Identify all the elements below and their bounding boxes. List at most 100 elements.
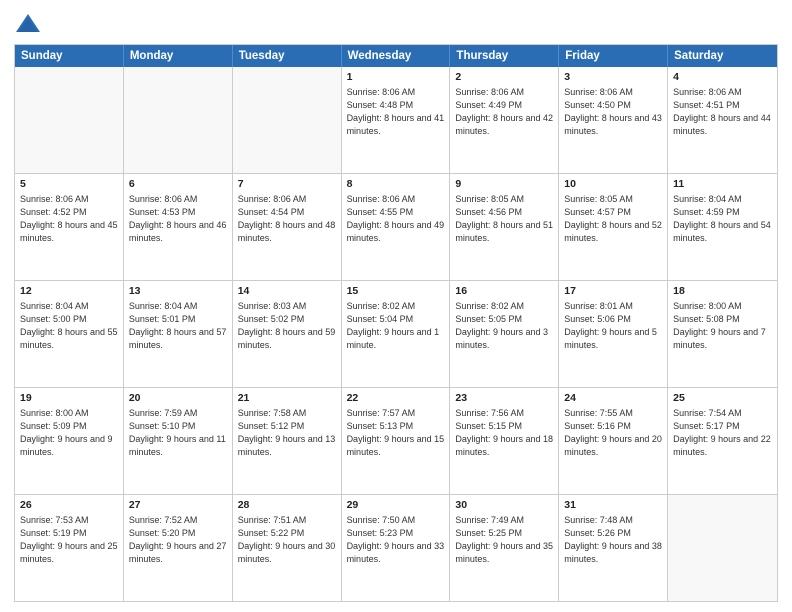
day-info: Sunrise: 7:55 AM Sunset: 5:16 PM Dayligh… bbox=[564, 408, 662, 457]
day-cell-1: 1 Sunrise: 8:06 AM Sunset: 4:48 PM Daylig… bbox=[342, 67, 451, 173]
day-info: Sunrise: 8:06 AM Sunset: 4:53 PM Dayligh… bbox=[129, 194, 227, 243]
day-number: 13 bbox=[129, 284, 227, 299]
day-number: 23 bbox=[455, 391, 553, 406]
day-cell-6: 6 Sunrise: 8:06 AM Sunset: 4:53 PM Daylig… bbox=[124, 174, 233, 280]
header-day-thursday: Thursday bbox=[450, 45, 559, 67]
calendar: SundayMondayTuesdayWednesdayThursdayFrid… bbox=[14, 44, 778, 602]
day-info: Sunrise: 7:48 AM Sunset: 5:26 PM Dayligh… bbox=[564, 515, 662, 564]
day-cell-2: 2Sunrise: 8:06 AM Sunset: 4:49 PM Daylig… bbox=[450, 67, 559, 173]
day-info: Sunrise: 8:00 AM Sunset: 5:09 PM Dayligh… bbox=[20, 408, 113, 457]
empty-cell bbox=[233, 67, 342, 173]
header bbox=[14, 10, 778, 38]
calendar-row: 5 Sunrise: 8:06 AM Sunset: 4:52 PM Daylig… bbox=[15, 174, 777, 281]
header-day-tuesday: Tuesday bbox=[233, 45, 342, 67]
calendar-header: SundayMondayTuesdayWednesdayThursdayFrid… bbox=[15, 45, 777, 67]
day-cell-5: 5 Sunrise: 8:06 AM Sunset: 4:52 PM Daylig… bbox=[15, 174, 124, 280]
day-info: Sunrise: 8:02 AM Sunset: 5:04 PM Dayligh… bbox=[347, 301, 440, 350]
day-cell-11: 11Sunrise: 8:04 AM Sunset: 4:59 PM Dayli… bbox=[668, 174, 777, 280]
day-info: Sunrise: 7:49 AM Sunset: 5:25 PM Dayligh… bbox=[455, 515, 553, 564]
day-cell-14: 14 Sunrise: 8:03 AM Sunset: 5:02 PM Dayli… bbox=[233, 281, 342, 387]
day-info: Sunrise: 7:51 AM Sunset: 5:22 PM Dayligh… bbox=[238, 515, 336, 564]
day-cell-15: 15 Sunrise: 8:02 AM Sunset: 5:04 PM Dayli… bbox=[342, 281, 451, 387]
day-cell-30: 30 Sunrise: 7:49 AM Sunset: 5:25 PM Dayli… bbox=[450, 495, 559, 601]
day-cell-8: 8 Sunrise: 8:06 AM Sunset: 4:55 PM Daylig… bbox=[342, 174, 451, 280]
day-number: 7 bbox=[238, 177, 336, 192]
day-cell-19: 19 Sunrise: 8:00 AM Sunset: 5:09 PM Dayli… bbox=[15, 388, 124, 494]
day-cell-22: 22 Sunrise: 7:57 AM Sunset: 5:13 PM Dayli… bbox=[342, 388, 451, 494]
day-info: Sunrise: 8:01 AM Sunset: 5:06 PM Dayligh… bbox=[564, 301, 657, 350]
day-number: 14 bbox=[238, 284, 336, 299]
calendar-row: 1 Sunrise: 8:06 AM Sunset: 4:48 PM Daylig… bbox=[15, 67, 777, 174]
day-cell-29: 29 Sunrise: 7:50 AM Sunset: 5:23 PM Dayli… bbox=[342, 495, 451, 601]
day-info: Sunrise: 7:54 AM Sunset: 5:17 PM Dayligh… bbox=[673, 408, 771, 457]
day-info: Sunrise: 8:05 AM Sunset: 4:57 PM Dayligh… bbox=[564, 194, 662, 243]
day-number: 22 bbox=[347, 391, 445, 406]
day-info: Sunrise: 7:52 AM Sunset: 5:20 PM Dayligh… bbox=[129, 515, 227, 564]
day-info: Sunrise: 8:06 AM Sunset: 4:52 PM Dayligh… bbox=[20, 194, 118, 243]
header-day-wednesday: Wednesday bbox=[342, 45, 451, 67]
day-cell-25: 25Sunrise: 7:54 AM Sunset: 5:17 PM Dayli… bbox=[668, 388, 777, 494]
day-cell-24: 24 Sunrise: 7:55 AM Sunset: 5:16 PM Dayli… bbox=[559, 388, 668, 494]
day-info: Sunrise: 8:05 AM Sunset: 4:56 PM Dayligh… bbox=[455, 194, 553, 243]
day-number: 18 bbox=[673, 284, 772, 299]
header-day-friday: Friday bbox=[559, 45, 668, 67]
day-number: 30 bbox=[455, 498, 553, 513]
day-number: 11 bbox=[673, 177, 772, 192]
empty-cell bbox=[668, 495, 777, 601]
day-info: Sunrise: 8:03 AM Sunset: 5:02 PM Dayligh… bbox=[238, 301, 336, 350]
day-number: 20 bbox=[129, 391, 227, 406]
day-number: 8 bbox=[347, 177, 445, 192]
day-info: Sunrise: 8:04 AM Sunset: 5:01 PM Dayligh… bbox=[129, 301, 227, 350]
day-info: Sunrise: 8:06 AM Sunset: 4:51 PM Dayligh… bbox=[673, 87, 771, 136]
day-number: 31 bbox=[564, 498, 662, 513]
day-cell-7: 7 Sunrise: 8:06 AM Sunset: 4:54 PM Daylig… bbox=[233, 174, 342, 280]
day-number: 12 bbox=[20, 284, 118, 299]
day-number: 17 bbox=[564, 284, 662, 299]
day-cell-23: 23 Sunrise: 7:56 AM Sunset: 5:15 PM Dayli… bbox=[450, 388, 559, 494]
logo-icon bbox=[14, 10, 42, 38]
day-cell-20: 20 Sunrise: 7:59 AM Sunset: 5:10 PM Dayli… bbox=[124, 388, 233, 494]
day-number: 15 bbox=[347, 284, 445, 299]
day-cell-17: 17 Sunrise: 8:01 AM Sunset: 5:06 PM Dayli… bbox=[559, 281, 668, 387]
day-cell-18: 18 Sunrise: 8:00 AM Sunset: 5:08 PM Dayli… bbox=[668, 281, 777, 387]
day-number: 28 bbox=[238, 498, 336, 513]
day-info: Sunrise: 8:06 AM Sunset: 4:50 PM Dayligh… bbox=[564, 87, 662, 136]
day-number: 29 bbox=[347, 498, 445, 513]
empty-cell bbox=[124, 67, 233, 173]
day-cell-13: 13 Sunrise: 8:04 AM Sunset: 5:01 PM Dayli… bbox=[124, 281, 233, 387]
logo bbox=[14, 10, 46, 38]
day-number: 4 bbox=[673, 70, 772, 85]
day-info: Sunrise: 7:50 AM Sunset: 5:23 PM Dayligh… bbox=[347, 515, 445, 564]
day-info: Sunrise: 8:00 AM Sunset: 5:08 PM Dayligh… bbox=[673, 301, 766, 350]
day-info: Sunrise: 7:57 AM Sunset: 5:13 PM Dayligh… bbox=[347, 408, 445, 457]
day-number: 5 bbox=[20, 177, 118, 192]
day-number: 21 bbox=[238, 391, 336, 406]
day-cell-16: 16 Sunrise: 8:02 AM Sunset: 5:05 PM Dayli… bbox=[450, 281, 559, 387]
day-info: Sunrise: 8:06 AM Sunset: 4:54 PM Dayligh… bbox=[238, 194, 336, 243]
day-number: 1 bbox=[347, 70, 445, 85]
day-info: Sunrise: 7:56 AM Sunset: 5:15 PM Dayligh… bbox=[455, 408, 553, 457]
day-info: Sunrise: 7:53 AM Sunset: 5:19 PM Dayligh… bbox=[20, 515, 118, 564]
header-day-monday: Monday bbox=[124, 45, 233, 67]
day-number: 19 bbox=[20, 391, 118, 406]
day-cell-27: 27Sunrise: 7:52 AM Sunset: 5:20 PM Dayli… bbox=[124, 495, 233, 601]
day-cell-26: 26Sunrise: 7:53 AM Sunset: 5:19 PM Dayli… bbox=[15, 495, 124, 601]
day-cell-9: 9Sunrise: 8:05 AM Sunset: 4:56 PM Daylig… bbox=[450, 174, 559, 280]
calendar-row: 12Sunrise: 8:04 AM Sunset: 5:00 PM Dayli… bbox=[15, 281, 777, 388]
day-info: Sunrise: 7:58 AM Sunset: 5:12 PM Dayligh… bbox=[238, 408, 336, 457]
header-day-sunday: Sunday bbox=[15, 45, 124, 67]
empty-cell bbox=[15, 67, 124, 173]
day-cell-12: 12Sunrise: 8:04 AM Sunset: 5:00 PM Dayli… bbox=[15, 281, 124, 387]
day-cell-21: 21 Sunrise: 7:58 AM Sunset: 5:12 PM Dayli… bbox=[233, 388, 342, 494]
day-number: 24 bbox=[564, 391, 662, 406]
day-number: 16 bbox=[455, 284, 553, 299]
day-info: Sunrise: 8:02 AM Sunset: 5:05 PM Dayligh… bbox=[455, 301, 548, 350]
day-number: 6 bbox=[129, 177, 227, 192]
day-info: Sunrise: 7:59 AM Sunset: 5:10 PM Dayligh… bbox=[129, 408, 226, 457]
day-number: 3 bbox=[564, 70, 662, 85]
calendar-body: 1 Sunrise: 8:06 AM Sunset: 4:48 PM Daylig… bbox=[15, 67, 777, 601]
day-info: Sunrise: 8:06 AM Sunset: 4:55 PM Dayligh… bbox=[347, 194, 445, 243]
day-info: Sunrise: 8:06 AM Sunset: 4:48 PM Dayligh… bbox=[347, 87, 445, 136]
day-cell-4: 4 Sunrise: 8:06 AM Sunset: 4:51 PM Daylig… bbox=[668, 67, 777, 173]
day-cell-31: 31 Sunrise: 7:48 AM Sunset: 5:26 PM Dayli… bbox=[559, 495, 668, 601]
